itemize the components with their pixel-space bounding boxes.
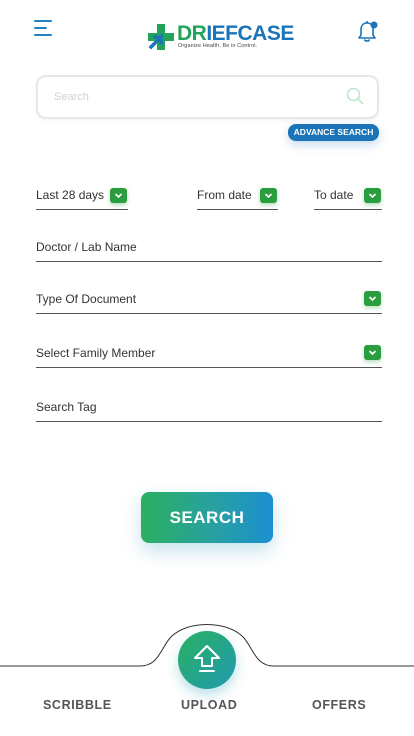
- advance-search-button[interactable]: ADVANCE SEARCH: [288, 124, 379, 141]
- search-icon[interactable]: [346, 87, 364, 105]
- bell-icon[interactable]: [356, 18, 380, 44]
- doctor-lab-field[interactable]: Doctor / Lab Name: [36, 232, 382, 262]
- to-date-label: To date: [314, 188, 354, 202]
- document-type-label: Type Of Document: [36, 292, 137, 306]
- chevron-down-icon: [364, 345, 381, 360]
- from-date-dropdown[interactable]: From date: [197, 180, 278, 210]
- period-dropdown[interactable]: Last 28 days: [36, 180, 128, 210]
- chevron-down-icon: [364, 291, 381, 306]
- hamburger-menu-icon[interactable]: [34, 20, 54, 38]
- family-member-label: Select Family Member: [36, 346, 156, 360]
- document-type-dropdown[interactable]: Type Of Document: [36, 284, 382, 314]
- period-label: Last 28 days: [36, 188, 105, 202]
- upload-button[interactable]: [178, 631, 236, 689]
- to-date-dropdown[interactable]: To date: [314, 180, 382, 210]
- chevron-down-icon: [110, 188, 127, 203]
- search-box: [36, 75, 379, 119]
- search-tag-field[interactable]: Search Tag: [36, 392, 382, 422]
- upload-arrow-icon: [194, 645, 220, 672]
- app-logo: DRIEFCASE Organize Health. Be in Control…: [148, 22, 294, 52]
- search-tag-label: Search Tag: [36, 400, 97, 414]
- tab-scribble[interactable]: SCRIBBLE: [43, 698, 112, 712]
- app-header: DRIEFCASE Organize Health. Be in Control…: [0, 0, 414, 66]
- logo-tagline: Organize Health. Be in Control.: [178, 43, 258, 49]
- search-button[interactable]: SEARCH: [141, 492, 273, 543]
- chevron-down-icon: [364, 188, 381, 203]
- search-input[interactable]: [54, 87, 334, 107]
- doctor-lab-label: Doctor / Lab Name: [36, 240, 137, 254]
- from-date-label: From date: [197, 188, 252, 202]
- tab-upload[interactable]: UPLOAD: [181, 698, 237, 712]
- tab-offers[interactable]: OFFERS: [312, 698, 366, 712]
- family-member-dropdown[interactable]: Select Family Member: [36, 338, 382, 368]
- chevron-down-icon: [260, 188, 277, 203]
- logo-cross-icon: [148, 24, 174, 50]
